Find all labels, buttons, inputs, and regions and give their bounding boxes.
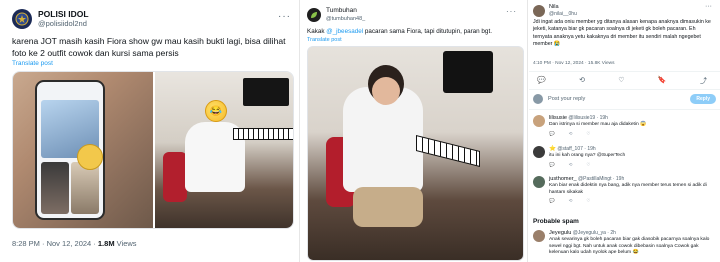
comment-text: Kan biar enak didektin nya bang, adik ny… xyxy=(549,183,707,195)
spam-comment-item[interactable]: Jeyegulu @Jeyegulu_ya · 2h Anak sevariny… xyxy=(533,230,716,257)
avatar[interactable] xyxy=(307,8,321,22)
monitor-shape xyxy=(443,51,493,93)
divider xyxy=(529,109,720,110)
tweet-text: karena JOT masih kasih Fiora show gw mau… xyxy=(12,36,286,58)
tweet-header: POLISI IDOL @polisiidol2nd xyxy=(12,9,89,29)
spam-heading: Probable spam xyxy=(533,218,579,225)
repost-icon[interactable]: ⟲ xyxy=(569,131,573,137)
tweet-header: Nila @nilai__0hu xyxy=(533,4,577,18)
tweet-text: Kakak @_jbeesadel pacaran sama Fiora, ta… xyxy=(307,28,525,36)
avatar[interactable] xyxy=(533,115,545,127)
keyboard-shape xyxy=(416,135,480,167)
repost-icon[interactable]: ⟲ xyxy=(569,198,573,204)
more-options-icon[interactable]: ··· xyxy=(278,11,291,22)
tweet-media[interactable]: 😂 xyxy=(12,71,294,229)
comment-handle: @lilisusie19 · 19h xyxy=(568,115,608,121)
reply-input[interactable]: Post your reply xyxy=(548,96,690,102)
comment-handle: @staff_107 · 19h xyxy=(557,146,596,152)
comment-text: itu ini kah orang nya? @SuperTech xyxy=(549,153,626,159)
reply-icon[interactable]: 💬 xyxy=(549,131,555,137)
comment-actions: 💬 ⟲ ♡ xyxy=(549,162,625,168)
comment-handle: @PastillaMingt · 19h xyxy=(578,176,625,182)
comment-text: Dan istrinya si member mau aja didaketin… xyxy=(549,122,647,128)
like-icon[interactable]: ♡ xyxy=(586,198,590,204)
tweet-panel-polisi-idol: POLISI IDOL @polisiidol2nd ··· karena JO… xyxy=(0,0,300,262)
phone-screenshot xyxy=(35,80,105,220)
tweet-header: Tumbuhan @tumbuhan48_ xyxy=(307,7,365,23)
share-icon[interactable]: ⤴ xyxy=(700,76,707,86)
avatar[interactable] xyxy=(12,9,32,29)
views-count: 1.8M xyxy=(97,239,115,248)
reply-icon[interactable]: 💬 xyxy=(537,76,546,86)
comment-name[interactable]: lilisusie xyxy=(549,115,567,121)
repost-icon[interactable]: ⟲ xyxy=(579,76,585,86)
avatar[interactable] xyxy=(533,176,545,188)
comment-text: Anak sevarinya gk boleh pacaran biar gak… xyxy=(549,237,710,256)
translate-link[interactable]: Translate post xyxy=(307,37,342,43)
text-suffix: pacaran sama Fiora, tapi ditutupin, para… xyxy=(363,28,492,35)
text-prefix: Kakak xyxy=(307,28,327,35)
user-handle[interactable]: @tumbuhan48_ xyxy=(326,15,365,23)
comment-name[interactable]: Jeyegulu xyxy=(549,230,571,236)
comment-actions: 💬 ⟲ ♡ xyxy=(549,198,716,204)
tweet-panel-tumbuhan: Tumbuhan @tumbuhan48_ ··· Kakak @_jbeesa… xyxy=(301,0,528,262)
face-shape xyxy=(372,77,400,105)
monitor-shape xyxy=(243,78,289,106)
keyboard-shape xyxy=(233,128,293,140)
comment-item[interactable]: lilisusie @lilisusie19 · 19h Dan istriny… xyxy=(533,115,716,137)
face-sticker-icon xyxy=(77,144,103,170)
display-name[interactable]: Tumbuhan xyxy=(326,7,365,15)
avatar xyxy=(533,94,543,104)
comment-handle: @Jeyegulu_ya · 2h xyxy=(572,230,616,236)
like-icon[interactable]: ♡ xyxy=(586,131,590,137)
reply-icon[interactable]: 💬 xyxy=(549,198,555,204)
views-label: Views xyxy=(114,239,137,248)
comment-actions: 💬 ⟲ ♡ xyxy=(549,131,646,137)
more-options-icon[interactable]: ··· xyxy=(506,7,517,16)
user-handle[interactable]: @polisiidol2nd xyxy=(38,19,89,29)
user-handle[interactable]: @nilai__0hu xyxy=(549,11,577,18)
police-badge-icon xyxy=(15,12,29,26)
comment-item[interactable]: justhomer_ @PastillaMingt · 19h Kan biar… xyxy=(533,176,716,205)
like-icon[interactable]: ♡ xyxy=(618,76,624,86)
display-name[interactable]: Nila xyxy=(549,4,577,11)
tweet-panel-nila: Nila @nilai__0hu ··· Jdi ingat ada oniu … xyxy=(529,0,720,262)
comment-name[interactable]: ⭐ xyxy=(549,146,556,152)
more-options-icon[interactable]: ··· xyxy=(705,3,712,10)
laughing-emoji-icon: 😂 xyxy=(205,100,227,122)
avatar[interactable] xyxy=(533,5,545,17)
reply-button[interactable]: Reply xyxy=(690,94,716,104)
tweet-text: Jdi ingat ada oniu member yg ditanya ala… xyxy=(533,19,711,47)
legs-shape xyxy=(353,187,423,227)
reply-composer: Post your reply Reply xyxy=(533,94,716,104)
like-icon[interactable]: ♡ xyxy=(586,162,590,168)
bookmark-icon[interactable]: 🔖 xyxy=(658,76,667,86)
leaf-icon xyxy=(311,12,317,18)
avatar[interactable] xyxy=(533,146,545,158)
display-name[interactable]: POLISI IDOL xyxy=(38,9,89,19)
mention-link[interactable]: @_jbeesadel xyxy=(326,28,363,35)
red-chair-shape xyxy=(163,152,187,202)
comment-item[interactable]: ⭐ @staff_107 · 19h itu ini kah orang nya… xyxy=(533,146,716,168)
photo-phone-collage[interactable] xyxy=(13,72,153,228)
translate-link[interactable]: Translate post xyxy=(12,60,53,67)
tweet-meta: 8:28 PM · Nov 12, 2024 · 1.8M Views xyxy=(12,239,137,248)
action-bar: 💬 ⟲ ♡ 🔖 ⤴ xyxy=(537,76,707,86)
tweet-media-photo[interactable] xyxy=(307,46,524,261)
avatar[interactable] xyxy=(533,230,545,242)
divider xyxy=(529,71,720,72)
comment-name[interactable]: justhomer_ xyxy=(549,176,577,182)
reply-icon[interactable]: 💬 xyxy=(549,162,555,168)
divider xyxy=(529,89,720,90)
repost-icon[interactable]: ⟲ xyxy=(569,162,573,168)
photo-piano-room[interactable]: 😂 xyxy=(155,72,293,228)
timestamp[interactable]: 8:28 PM · Nov 12, 2024 · xyxy=(12,239,98,248)
tweet-meta: 4:10 PM · Nov 12, 2024 · 15.8K Views xyxy=(533,61,615,66)
